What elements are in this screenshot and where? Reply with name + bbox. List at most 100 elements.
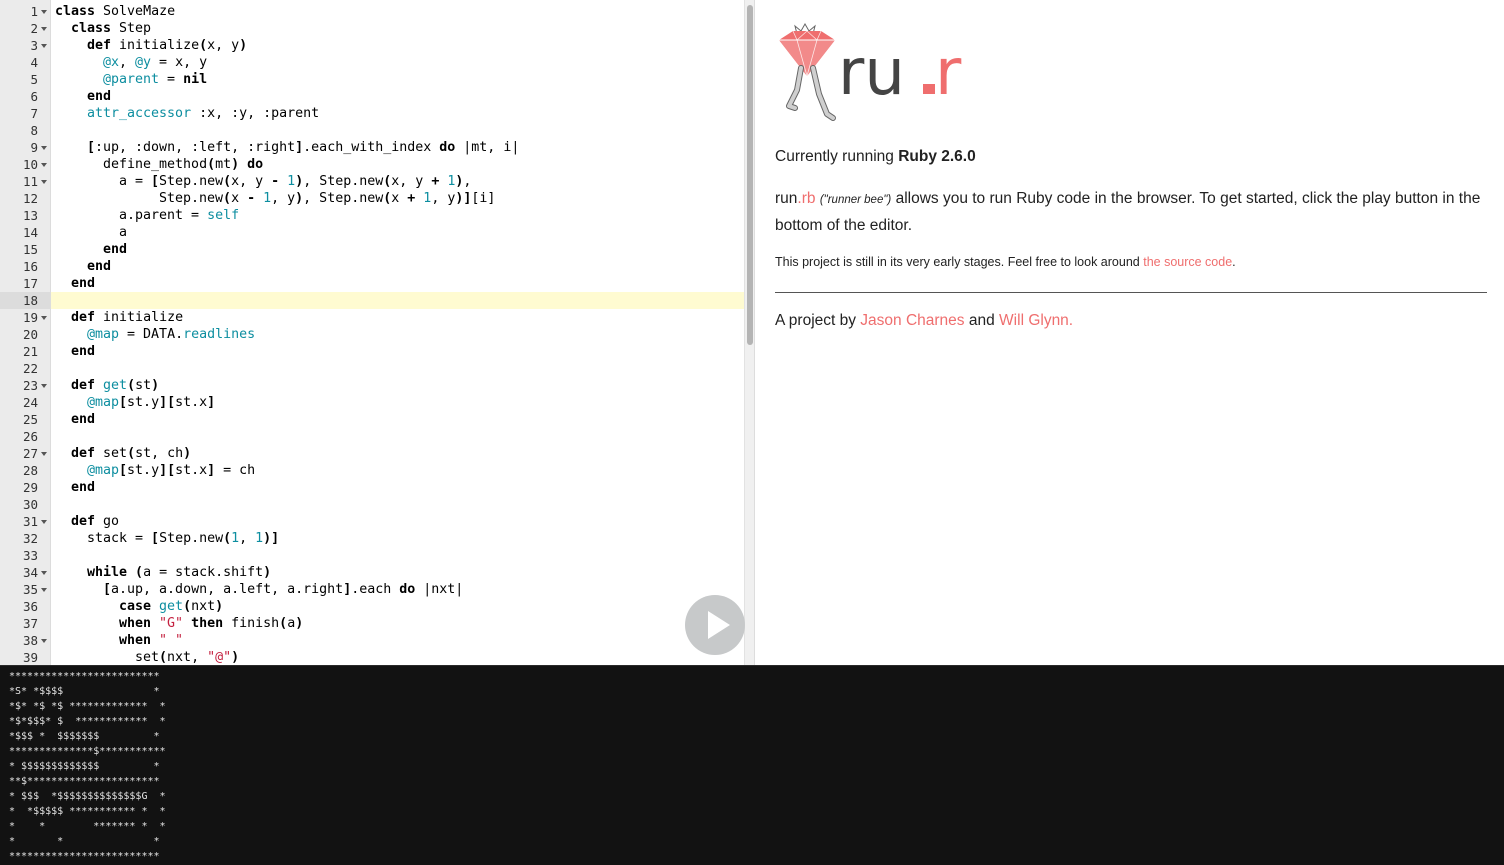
code-token: a xyxy=(287,616,296,631)
author-will-glynn-link[interactable]: Will Glynn. xyxy=(999,312,1073,329)
code-token: x, y xyxy=(391,174,432,189)
code-line[interactable]: 34 while (a = stack.shift) xyxy=(0,564,744,581)
code-token: 1 xyxy=(287,174,296,189)
code-line[interactable]: 6 end xyxy=(0,88,744,105)
code-text: end xyxy=(55,88,111,105)
output-console[interactable]: ************************* *S* *$$$$ * *$… xyxy=(0,665,1504,865)
code-token: x, y xyxy=(207,38,240,53)
line-number: 6 xyxy=(0,88,51,105)
code-line[interactable]: 21 end xyxy=(0,343,744,360)
code-line[interactable]: 9 [:up, :down, :left, :right].each_with_i… xyxy=(0,139,744,156)
line-number-text: 22 xyxy=(22,361,38,376)
fold-chevron-icon[interactable] xyxy=(41,571,47,575)
editor-scrollbar[interactable] xyxy=(744,0,754,665)
fold-chevron-icon[interactable] xyxy=(41,163,47,167)
code-text: end xyxy=(55,258,111,275)
code-line[interactable]: 33 xyxy=(0,547,744,564)
line-number: 19 xyxy=(0,309,51,326)
code-editor[interactable]: 1 class SolveMaze 2 class Step 3 def initiali… xyxy=(0,0,744,665)
code-text: def set(st, ch) xyxy=(55,445,191,462)
code-token: readlines xyxy=(183,327,256,342)
code-lines[interactable]: 1 class SolveMaze 2 class Step 3 def initiali… xyxy=(0,3,744,665)
code-token: a = stack.shift xyxy=(143,565,264,580)
code-line[interactable]: 15 end xyxy=(0,241,744,258)
source-code-link[interactable]: the source code xyxy=(1143,255,1232,269)
fold-chevron-icon[interactable] xyxy=(41,10,47,14)
code-token: @map xyxy=(87,327,120,342)
code-line[interactable]: 31 def go xyxy=(0,513,744,530)
code-token: a.up, a.down, a.left, a.right xyxy=(111,582,344,597)
code-line[interactable]: 30 xyxy=(0,496,744,513)
code-line[interactable]: 25 end xyxy=(0,411,744,428)
code-line[interactable]: 3 def initialize(x, y) xyxy=(0,37,744,54)
credits-prefix: A project by xyxy=(775,312,861,329)
fold-chevron-icon[interactable] xyxy=(41,588,47,592)
line-number-text: 18 xyxy=(22,293,38,308)
code-token: get xyxy=(159,599,184,614)
code-line[interactable]: 36 case get(nxt) xyxy=(0,598,744,615)
fold-chevron-icon[interactable] xyxy=(41,316,47,320)
ruby-gem-runner-icon: ru r xyxy=(779,22,962,121)
brand-name: run xyxy=(775,190,798,207)
code-line[interactable]: 18 xyxy=(0,292,744,309)
line-number-text: 33 xyxy=(22,548,38,563)
code-line[interactable]: 27 def set(st, ch) xyxy=(0,445,744,462)
run-button[interactable] xyxy=(685,595,745,655)
line-number: 24 xyxy=(0,394,51,411)
code-line[interactable]: 12 Step.new(x - 1, y), Step.new(x + 1, y)… xyxy=(0,190,744,207)
fold-chevron-icon[interactable] xyxy=(41,520,47,524)
code-token: def xyxy=(71,378,96,393)
editor-scrollbar-thumb[interactable] xyxy=(747,5,753,345)
code-token: ( xyxy=(199,38,208,53)
code-line[interactable]: 13 a.parent = self xyxy=(0,207,744,224)
code-line[interactable]: 26 xyxy=(0,428,744,445)
code-line[interactable]: 22 xyxy=(0,360,744,377)
code-line[interactable]: 16 end xyxy=(0,258,744,275)
code-line[interactable]: 14 a xyxy=(0,224,744,241)
fold-chevron-icon[interactable] xyxy=(41,639,47,643)
fold-chevron-icon[interactable] xyxy=(41,27,47,31)
code-token: ( xyxy=(127,378,136,393)
code-line[interactable]: 23 def get(st) xyxy=(0,377,744,394)
line-number-text: 24 xyxy=(22,395,38,410)
line-number: 8 xyxy=(0,122,51,139)
fold-chevron-icon[interactable] xyxy=(41,180,47,184)
code-line[interactable]: 29 end xyxy=(0,479,744,496)
code-line[interactable]: 35 [a.up, a.down, a.left, a.right].each d… xyxy=(0,581,744,598)
code-line[interactable]: 10 define_method(mt) do xyxy=(0,156,744,173)
code-line[interactable]: 24 @map[st.y][st.x] xyxy=(0,394,744,411)
code-line[interactable]: 39 set(nxt, "@") xyxy=(0,649,744,665)
code-text: a = [Step.new(x, y - 1), Step.new(x, y +… xyxy=(55,173,471,190)
line-number: 2 xyxy=(0,20,51,37)
fold-chevron-icon[interactable] xyxy=(41,44,47,48)
line-number-text: 30 xyxy=(22,497,38,512)
code-line[interactable]: 38 when " " xyxy=(0,632,744,649)
code-text: @parent = nil xyxy=(55,71,207,88)
code-line[interactable]: 1 class SolveMaze xyxy=(0,3,744,20)
code-line[interactable]: 4 @x, @y = x, y xyxy=(0,54,744,71)
fold-chevron-icon[interactable] xyxy=(41,452,47,456)
code-line[interactable]: 11 a = [Step.new(x, y - 1), Step.new(x, y… xyxy=(0,173,744,190)
code-token: Step.new xyxy=(159,191,224,206)
fold-chevron-icon[interactable] xyxy=(41,146,47,150)
code-line[interactable]: 5 @parent = nil xyxy=(0,71,744,88)
code-line[interactable]: 37 when "G" then finish(a) xyxy=(0,615,744,632)
fold-chevron-icon[interactable] xyxy=(41,384,47,388)
code-token: |nxt| xyxy=(415,582,464,597)
code-token: st.x xyxy=(175,395,208,410)
code-line[interactable]: 20 @map = DATA.readlines xyxy=(0,326,744,343)
code-line[interactable]: 19 def initialize xyxy=(0,309,744,326)
code-token: 1 xyxy=(263,191,272,206)
code-token: def xyxy=(71,446,96,461)
code-line[interactable]: 17 end xyxy=(0,275,744,292)
code-line[interactable]: 8 xyxy=(0,122,744,139)
code-line[interactable]: 28 @map[st.y][st.x] = ch xyxy=(0,462,744,479)
code-line[interactable]: 7 attr_accessor :x, :y, :parent xyxy=(0,105,744,122)
code-token: finish xyxy=(223,616,280,631)
author-jason-charnes-link[interactable]: Jason Charnes xyxy=(860,312,964,329)
code-line[interactable]: 2 class Step xyxy=(0,20,744,37)
code-text: while (a = stack.shift) xyxy=(55,564,271,581)
code-line[interactable]: 32 stack = [Step.new(1, 1)] xyxy=(0,530,744,547)
line-number-text: 6 xyxy=(30,89,38,104)
